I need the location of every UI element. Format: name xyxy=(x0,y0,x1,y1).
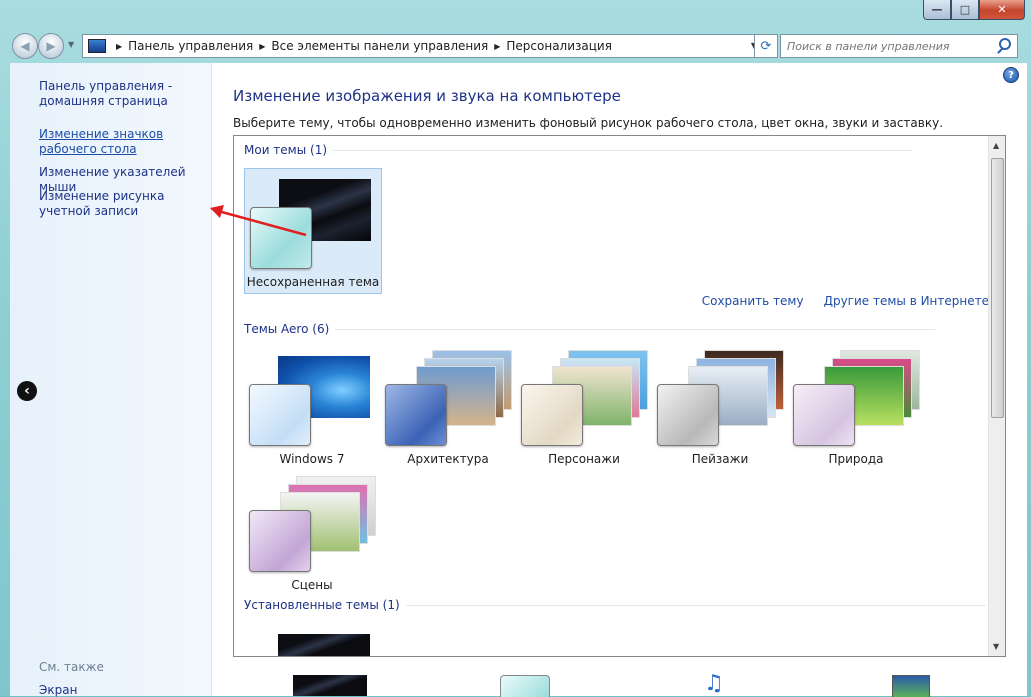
help-icon[interactable]: ? xyxy=(1003,67,1019,83)
color-swatch xyxy=(657,384,719,446)
theme-label: Сцены xyxy=(291,578,333,592)
color-swatch xyxy=(250,207,312,269)
sidebar-account-picture-link[interactable]: Изменение рисунка учетной записи xyxy=(39,189,209,219)
group-my-themes[interactable]: Мои темы (1) xyxy=(244,143,914,157)
theme-scenes[interactable]: Сцены xyxy=(244,472,380,596)
scroll-thumb[interactable] xyxy=(991,158,1004,418)
breadcrumb-personalization[interactable]: Персонализация xyxy=(506,39,612,53)
breadcrumb: ▶ Панель управления ▶ Все элементы панел… xyxy=(116,39,612,53)
sidebar-home-link[interactable]: Панель управления - домашняя страница xyxy=(39,79,209,109)
breadcrumb-all-items[interactable]: Все элементы панели управления xyxy=(271,39,488,53)
page-description: Выберите тему, чтобы одновременно измени… xyxy=(233,116,944,130)
sidebar: Панель управления - домашняя страница Из… xyxy=(10,63,212,697)
color-swatch xyxy=(249,384,311,446)
color-swatch xyxy=(793,384,855,446)
desktop-background-icon[interactable] xyxy=(293,675,367,696)
forward-button[interactable]: ▶ xyxy=(38,33,64,59)
theme-windows7[interactable]: Windows 7 xyxy=(244,346,380,470)
save-theme-link[interactable]: Сохранить тему xyxy=(702,294,804,308)
theme-label: Windows 7 xyxy=(279,452,345,466)
theme-characters[interactable]: Персонажи xyxy=(516,346,652,470)
theme-label: Несохраненная тема xyxy=(246,275,380,289)
back-arrow-icon[interactable]: ‹ xyxy=(17,381,37,401)
themes-list: Мои темы (1) Несохраненная тема Сохранит… xyxy=(233,135,1006,657)
sidebar-desktop-icons-link[interactable]: Изменение значков рабочего стола xyxy=(39,127,209,157)
maximize-button[interactable]: □ xyxy=(951,0,979,20)
group-installed-themes[interactable]: Установленные темы (1) xyxy=(244,598,986,612)
breadcrumb-control-panel[interactable]: Панель управления xyxy=(128,39,253,53)
address-bar[interactable]: ▶ Панель управления ▶ Все элементы панел… xyxy=(82,34,776,58)
window-frame: — □ ✕ ◀ ▶ ▼ ▶ Панель управления ▶ Все эл… xyxy=(0,0,1031,697)
window-controls: — □ ✕ xyxy=(923,0,1025,20)
search-box xyxy=(780,34,1018,58)
color-swatch xyxy=(385,384,447,446)
search-icon[interactable] xyxy=(999,38,1011,50)
more-themes-link[interactable]: Другие темы в Интернете xyxy=(824,294,989,308)
theme-label: Природа xyxy=(828,452,884,466)
theme-nature[interactable]: Природа xyxy=(788,346,924,470)
music-icon[interactable]: ♫ xyxy=(704,671,724,696)
theme-label: Архитектура xyxy=(407,452,489,466)
minimize-button[interactable]: — xyxy=(923,0,951,20)
theme-landscapes[interactable]: Пейзажи xyxy=(652,346,788,470)
installed-theme-thumbnail[interactable] xyxy=(278,634,370,656)
see-also-label: См. также xyxy=(39,660,104,674)
search-input[interactable] xyxy=(785,35,995,57)
recent-pages-dropdown[interactable]: ▼ xyxy=(68,40,74,49)
back-button[interactable]: ◀ xyxy=(12,33,38,59)
theme-architecture[interactable]: Архитектура xyxy=(380,346,516,470)
theme-actions: Сохранить тему Другие темы в Интернете xyxy=(702,294,989,308)
navigation-bar: ◀ ▶ ▼ ▶ Панель управления ▶ Все элементы… xyxy=(10,32,1025,60)
window-color-icon[interactable] xyxy=(500,675,550,697)
computer-icon xyxy=(88,39,106,53)
content-pane: Панель управления - домашняя страница Из… xyxy=(10,63,1027,697)
theme-label: Пейзажи xyxy=(691,452,749,466)
refresh-icon[interactable]: ⟳ xyxy=(754,34,778,58)
color-swatch xyxy=(521,384,583,446)
group-aero-themes[interactable]: Темы Aero (6) xyxy=(244,322,936,336)
scroll-up-icon[interactable]: ▲ xyxy=(993,141,999,150)
themes-scrollbar[interactable]: ▲ ▼ xyxy=(988,136,1005,656)
scroll-down-icon[interactable]: ▼ xyxy=(993,642,999,651)
theme-unsaved[interactable]: Несохраненная тема xyxy=(244,168,382,294)
screensaver-icon[interactable] xyxy=(892,675,930,697)
page-title: Изменение изображения и звука на компьют… xyxy=(233,87,621,105)
color-swatch xyxy=(249,510,311,572)
close-button[interactable]: ✕ xyxy=(979,0,1025,20)
sidebar-screen-link[interactable]: Экран xyxy=(39,683,77,697)
theme-label: Персонажи xyxy=(548,452,620,466)
